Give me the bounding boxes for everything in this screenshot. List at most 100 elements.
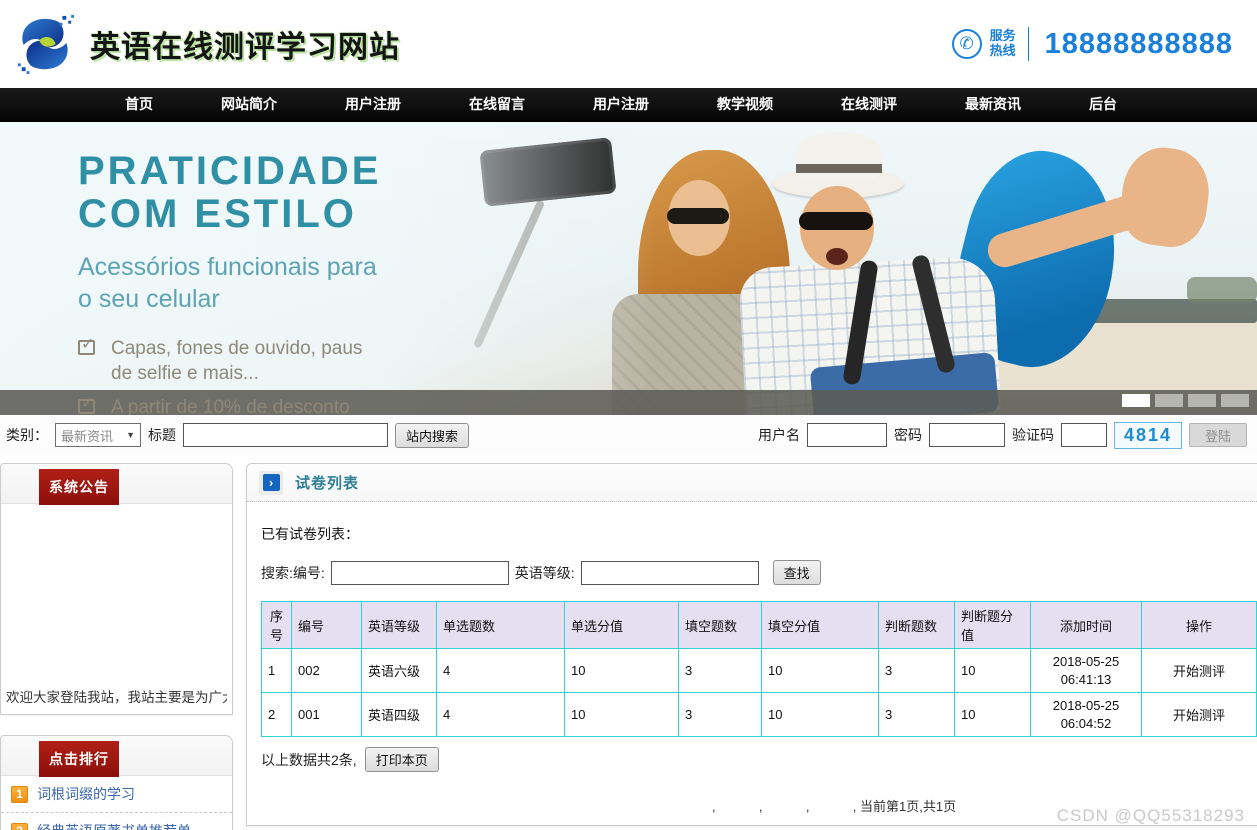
exam-list-panel-body: 已有试卷列表： 搜索:编号: 英语等级: 查找 序号 编号 英语等级 单选题数 … (247, 502, 1257, 825)
col-header-judge-score: 判断题分值 (954, 601, 1031, 649)
exam-search-prefix-label: 搜索:编号: (261, 564, 325, 581)
carousel-dot-2[interactable] (1155, 394, 1183, 407)
col-header-blank-score: 填空分值 (761, 601, 879, 649)
hotline-label-line1: 服务 (989, 28, 1016, 44)
cell-blank-score: 10 (761, 647, 879, 694)
banner-bullet-text: A partir de 10% de desconto (111, 397, 350, 415)
service-hotline: ✆ 服务 热线 18888888888 (951, 27, 1233, 61)
nav-item-news[interactable]: 最新资讯 (965, 87, 1021, 121)
page: 英语在线测评学习网站 ✆ 服务 热线 18888888888 首页 网站简介 用… (0, 0, 1257, 830)
username-label: 用户名 (757, 427, 800, 443)
ranking-item[interactable]: 2 经典英语原著书单推荐单 (1, 813, 232, 830)
category-selected-value: 最新资讯 (61, 428, 114, 444)
find-button[interactable]: 查找 (772, 560, 821, 585)
carousel-dot-4[interactable] (1221, 394, 1249, 407)
exam-number-input[interactable] (330, 560, 509, 585)
banner-man-mouth (826, 248, 848, 265)
title-label: 标题 (148, 427, 176, 443)
banner-bullet: A partir de 10% de desconto (78, 393, 381, 415)
nav-item-admin[interactable]: 后台 (1089, 87, 1117, 121)
start-test-link[interactable]: 开始测评 (1141, 692, 1257, 738)
cell-judge-score: 10 (954, 647, 1031, 694)
nav-item-tests[interactable]: 在线测评 (841, 87, 897, 121)
nav-item-home[interactable]: 首页 (125, 87, 153, 121)
hotline-label: 服务 热线 (989, 28, 1016, 59)
nav-item-about[interactable]: 网站简介 (221, 87, 277, 121)
logo-area: 英语在线测评学习网站 (14, 13, 400, 75)
col-header-judge-count: 判断题数 (878, 601, 955, 649)
site-title: 英语在线测评学习网站 (90, 31, 400, 64)
col-header-choice-score: 单选分值 (564, 601, 679, 649)
chevron-right-icon: › (262, 474, 280, 491)
username-input[interactable] (806, 423, 887, 447)
hotline-number: 18888888888 (1044, 27, 1233, 60)
cell-seq: 2 (261, 692, 292, 738)
cell-judge-count: 3 (878, 692, 955, 738)
watermark-text: CSDN @QQ55318293 (1056, 806, 1245, 825)
rank-badge: 2 (11, 822, 28, 830)
exam-table-row: 2 001 英语四级 4 10 3 10 3 10 2018-05-25 06:… (261, 692, 1257, 738)
cell-choice-count: 4 (436, 692, 565, 738)
ranking-item[interactable]: 1 词根词缀的学习 (1, 776, 232, 813)
cell-judge-count: 3 (878, 647, 955, 694)
print-button[interactable]: 打印本页 (364, 747, 439, 773)
hotline-divider (1027, 27, 1029, 61)
banner-man-hand (1115, 142, 1215, 252)
exam-level-input[interactable] (580, 560, 759, 585)
cell-judge-score: 10 (954, 692, 1031, 738)
cell-blank-score: 10 (761, 692, 879, 738)
banner-bullet-text: Capas, fones de ouvido, paus de selfie e… (111, 337, 363, 384)
start-test-link[interactable]: 开始测评 (1141, 647, 1257, 694)
site-search-button[interactable]: 站内搜索 (395, 422, 470, 448)
carousel-dot-3[interactable] (1188, 394, 1216, 407)
notice-text[interactable]: 欢迎大家登陆我站，我站主要是为广大朋 (6, 686, 227, 706)
exam-list-panel-header: › 试卷列表 (247, 464, 1257, 502)
col-header-add-time: 添加时间 (1030, 601, 1142, 649)
password-input[interactable] (928, 423, 1005, 447)
banner-man-hat-band (796, 164, 882, 173)
cell-choice-score: 10 (564, 692, 679, 738)
search-login-bar: 类别： 最新资讯 ▼ 标题 站内搜索 用户名 密码 验证码 4814 登陆 (0, 415, 1257, 455)
exam-level-label: 英语等级: (514, 564, 575, 581)
cell-blank-count: 3 (678, 647, 762, 694)
hero-banner: PRATICIDADE COM ESTILO Acessórios funcio… (0, 122, 1257, 415)
banner-title: PRATICIDADE COM ESTILO (78, 149, 382, 236)
banner-bullet: Capas, fones de ouvido, paus de selfie e… (78, 334, 381, 386)
notice-panel: 系统公告 欢迎大家登陆我站，我站主要是为广大朋 (0, 463, 233, 715)
exam-search-row: 搜索:编号: 英语等级: 查找 (261, 560, 1257, 585)
summary-row: 以上数据共2条, 打印本页 (261, 747, 1257, 773)
cell-choice-score: 10 (564, 647, 679, 694)
site-logo-icon (17, 14, 75, 75)
carousel-dot-1[interactable] (1122, 394, 1150, 407)
rank-label: 词根词缀的学习 (37, 786, 135, 802)
col-header-number: 编号 (291, 601, 362, 649)
category-label: 类别： (6, 427, 48, 443)
sidebar: 系统公告 欢迎大家登陆我站，我站主要是为广大朋 点击排行 1 词根词缀的学习 2… (0, 463, 233, 830)
banner-phone-shape (479, 137, 617, 207)
panel-title: 试卷列表 (295, 475, 360, 492)
phone-icon: ✆ (951, 29, 982, 59)
exam-table: 序号 编号 英语等级 单选题数 单选分值 填空题数 填空分值 判断题数 判断题分… (261, 601, 1257, 738)
title-search-input[interactable] (183, 423, 388, 447)
carousel-indicators (1122, 394, 1249, 407)
checkbox-icon (78, 393, 95, 415)
nav-item-register2[interactable]: 用户注册 (593, 87, 649, 121)
cell-number: 001 (291, 692, 362, 738)
col-header-choice-count: 单选题数 (436, 601, 565, 649)
rank-label: 经典英语原著书单推荐单 (37, 821, 191, 830)
banner-selfie-stick (472, 199, 546, 349)
banner-text-block: PRATICIDADE COM ESTILO Acessórios funcio… (78, 149, 382, 415)
banner-title-line1: PRATICIDADE (78, 149, 382, 193)
login-button[interactable]: 登陆 (1189, 423, 1247, 447)
nav-item-register[interactable]: 用户注册 (345, 87, 401, 121)
chevron-down-icon: ▼ (126, 430, 135, 440)
captcha-code[interactable]: 4814 (1113, 421, 1182, 449)
nav-item-message[interactable]: 在线留言 (469, 87, 525, 121)
captcha-input[interactable] (1060, 423, 1107, 447)
password-label: 密码 (893, 427, 922, 443)
category-select[interactable]: 最新资讯 ▼ (55, 423, 141, 447)
cell-number: 002 (291, 647, 362, 694)
panel-arrow-icon-box: › (259, 470, 283, 495)
col-header-level: 英语等级 (361, 601, 437, 649)
nav-item-videos[interactable]: 教学视频 (717, 87, 773, 121)
